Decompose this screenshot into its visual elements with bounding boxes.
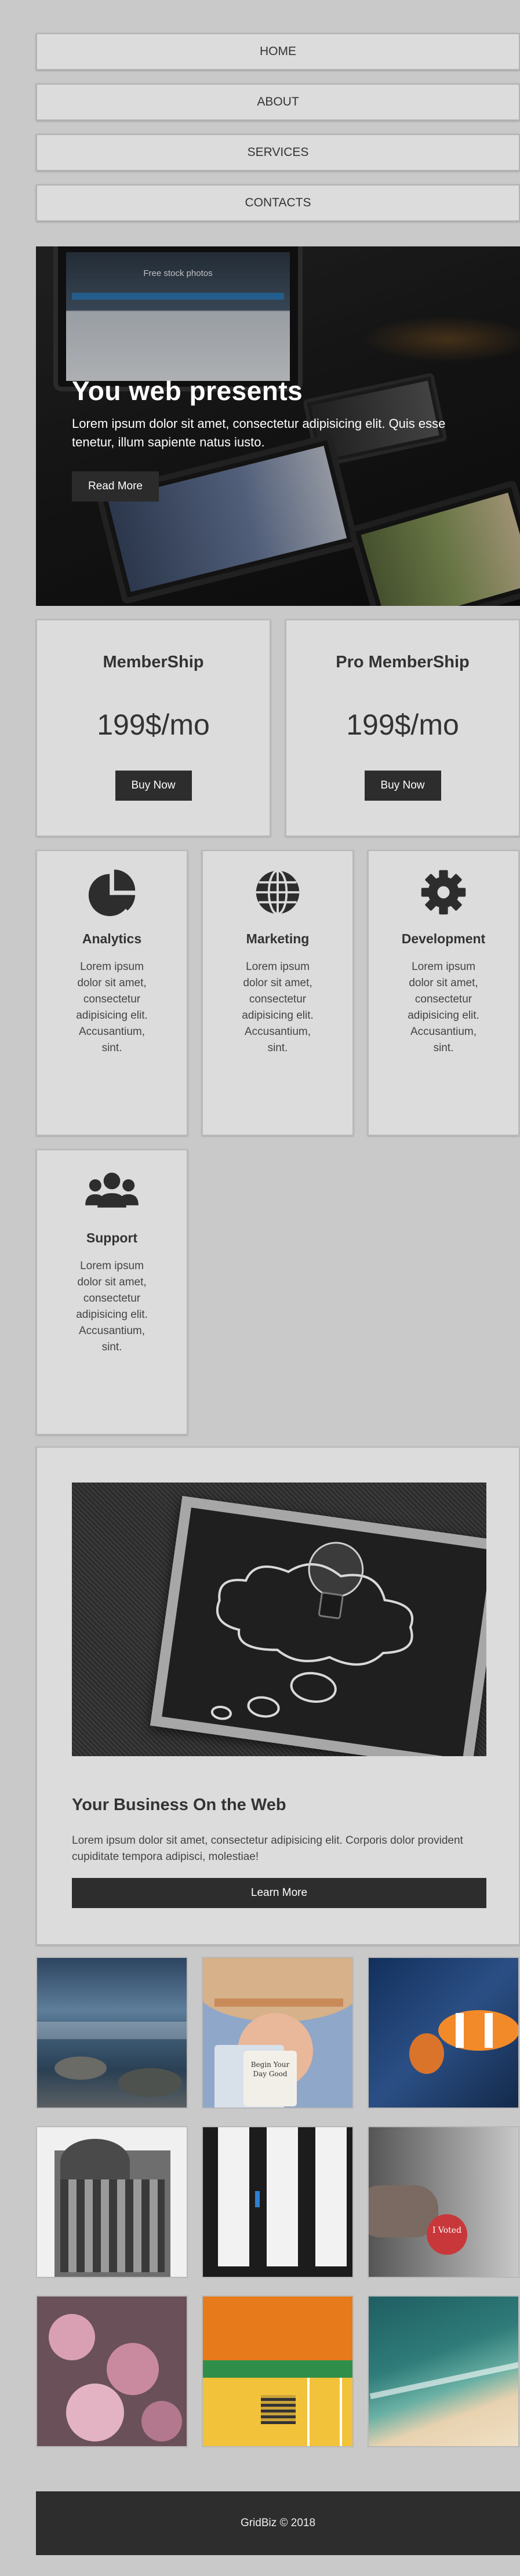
feature-text: Lorem ipsum dolor sit amet, consectetur … [76, 961, 148, 1054]
gallery-image-doors[interactable] [202, 2126, 354, 2278]
hero-banner: Free stock photos You web presents Lorem… [36, 246, 520, 606]
nav-contacts[interactable]: CONTACTS [36, 184, 520, 221]
page-container: HOME ABOUT SERVICES CONTACTS Free stock … [36, 0, 520, 2555]
gallery-image-ocean-rocks[interactable] [36, 1957, 188, 2109]
feature-text: Lorem ipsum dolor sit amet, consectetur … [408, 961, 479, 1054]
pie-chart-icon [88, 869, 136, 917]
gallery-image-building[interactable] [36, 2126, 188, 2278]
gallery-image-pink-flowers[interactable] [36, 2295, 188, 2447]
mug-text: Begin Your Day Good [243, 2051, 297, 2106]
gallery-image-clownfish[interactable] [368, 1957, 519, 2109]
feature-title: Development [401, 931, 486, 946]
gallery-image-woman-hat-mug[interactable]: Begin Your Day Good [202, 1957, 354, 2109]
users-icon [85, 1172, 139, 1208]
nav-services[interactable]: SERVICES [36, 134, 520, 171]
learn-more-button[interactable]: Learn More [72, 1878, 486, 1908]
business-text: Lorem ipsum dolor sit amet, consectetur … [72, 1834, 463, 1863]
pricing-title: MemberShip [103, 653, 204, 671]
feature-card-marketing: Marketing Lorem ipsum dolor sit amet, co… [202, 850, 354, 1136]
gallery-image-beach-aerial[interactable] [368, 2295, 519, 2447]
footer-text: GridBiz © 2018 [240, 2517, 316, 2529]
pricing-price: 199$/mo [97, 709, 210, 741]
business-title: Your Business On the Web [72, 1796, 286, 1814]
pricing-price: 199$/mo [346, 709, 459, 741]
feature-card-development: Development Lorem ipsum dolor sit amet, … [368, 850, 519, 1136]
buy-now-button[interactable]: Buy Now [115, 771, 192, 801]
feature-title: Marketing [246, 931, 310, 946]
pricing-card-membership: MemberShip 199$/mo Buy Now [36, 619, 271, 837]
lightbulb-chalkboard-image [72, 1483, 486, 1756]
pricing-title: Pro MemberShip [336, 653, 470, 671]
business-section: Your Business On the Web Lorem ipsum dol… [36, 1447, 520, 1945]
gallery-image-voted-sticker[interactable]: I Voted [368, 2126, 519, 2278]
hero-title: You web presents [72, 376, 303, 406]
nav-about[interactable]: ABOUT [36, 83, 520, 121]
footer: GridBiz © 2018 [36, 2491, 520, 2555]
voted-sticker-text: I Voted [427, 2214, 467, 2255]
feature-card-analytics: Analytics Lorem ipsum dolor sit amet, co… [36, 850, 188, 1136]
hero-text: Lorem ipsum dolor sit amet, consectetur … [72, 416, 446, 449]
feature-text: Lorem ipsum dolor sit amet, consectetur … [242, 961, 314, 1054]
feature-card-support: Support Lorem ipsum dolor sit amet, cons… [36, 1149, 188, 1435]
feature-title: Analytics [82, 931, 142, 946]
gallery-image-colorful-wall[interactable] [202, 2295, 354, 2447]
nav-home[interactable]: HOME [36, 33, 520, 70]
globe-icon [256, 869, 300, 915]
feature-title: Support [86, 1230, 138, 1245]
main-nav: HOME ABOUT SERVICES CONTACTS [36, 33, 520, 221]
feature-text: Lorem ipsum dolor sit amet, consectetur … [76, 1260, 148, 1353]
pricing-card-pro-membership: Pro MemberShip 199$/mo Buy Now [285, 619, 520, 837]
gear-icon [421, 870, 466, 915]
buy-now-button[interactable]: Buy Now [364, 771, 441, 801]
read-more-button[interactable]: Read More [72, 471, 159, 502]
